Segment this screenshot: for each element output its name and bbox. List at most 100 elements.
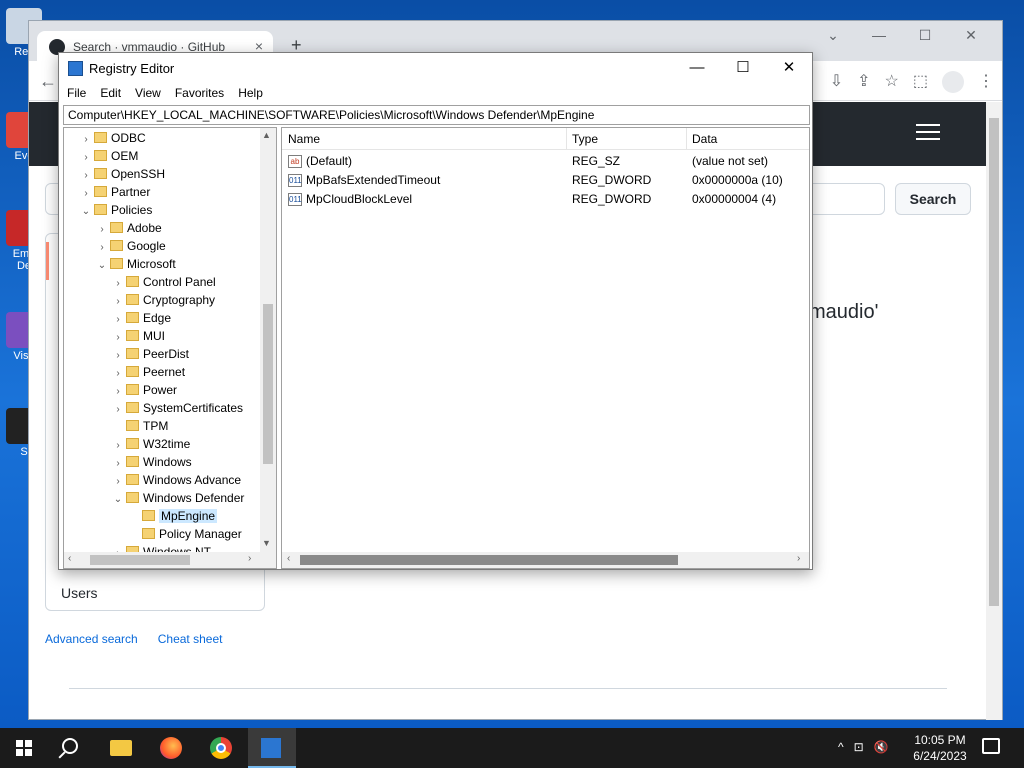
folder-icon: [94, 132, 107, 143]
browser-vertical-scrollbar[interactable]: [986, 102, 1002, 720]
tree-hscroll-thumb[interactable]: [90, 555, 190, 565]
tree-node-mpengine[interactable]: MpEngine: [128, 507, 218, 525]
kebab-menu-icon[interactable]: ⋮: [978, 71, 994, 93]
expanded-chevron-icon[interactable]: ⌄: [80, 203, 92, 221]
column-divider[interactable]: [686, 128, 687, 150]
tree-node-label: MpEngine: [159, 509, 218, 523]
github-search-button[interactable]: Search: [895, 183, 971, 215]
tab-search-button[interactable]: ⌄: [810, 27, 856, 44]
scroll-left-arrow-icon[interactable]: ‹: [68, 553, 71, 564]
taskbar-clock[interactable]: 10:05 PM 6/24/2023: [910, 732, 970, 764]
expanded-chevron-icon[interactable]: ⌄: [112, 491, 124, 509]
tray-chevron-icon[interactable]: ^: [838, 740, 844, 754]
registry-values-list[interactable]: Name Type Data ab (Default) REG_SZ (valu…: [281, 127, 810, 569]
tree-node-policy-manager[interactable]: Policy Manager: [128, 525, 242, 543]
folder-icon: [126, 492, 139, 503]
tree-node-windows-advance[interactable]: › Windows Advance: [112, 471, 241, 489]
download-icon[interactable]: ⇩: [830, 71, 843, 93]
start-button[interactable]: [0, 728, 48, 768]
scroll-down-arrow-icon[interactable]: ▼: [262, 538, 271, 548]
tree-node-windows[interactable]: › Windows: [112, 453, 191, 471]
tree-node-tpm[interactable]: TPM: [112, 417, 168, 435]
value-row[interactable]: 011 MpCloudBlockLevel REG_DWORD 0x000000…: [282, 190, 809, 209]
tree-horizontal-scrollbar[interactable]: ‹ ›: [64, 552, 276, 568]
tree-node-label: Power: [143, 383, 178, 397]
registry-editor-window[interactable]: Registry Editor — ☐ ✕ File Edit View Fav…: [58, 52, 813, 570]
share-icon[interactable]: ⇪: [857, 71, 870, 93]
folder-icon: [110, 222, 123, 233]
file-explorer-icon[interactable]: [98, 728, 146, 768]
regedit-titlebar[interactable]: Registry Editor — ☐ ✕: [59, 53, 812, 83]
menu-favorites[interactable]: Favorites: [175, 83, 224, 103]
menu-file[interactable]: File: [67, 83, 86, 103]
notification-center-icon[interactable]: [982, 738, 1000, 754]
expanded-chevron-icon[interactable]: ⌄: [96, 257, 108, 275]
filter-users[interactable]: Users: [45, 581, 265, 611]
scroll-up-arrow-icon[interactable]: ▲: [262, 130, 271, 140]
cheat-sheet-link[interactable]: Cheat sheet: [158, 632, 223, 646]
tree-node-openssh[interactable]: › OpenSSH: [80, 165, 165, 183]
tree-node-windows-defender[interactable]: ⌄ Windows Defender: [112, 489, 245, 509]
address-bar[interactable]: Computer\HKEY_LOCAL_MACHINE\SOFTWARE\Pol…: [63, 105, 810, 125]
volume-muted-icon[interactable]: 🔇: [874, 740, 889, 754]
profile-avatar-icon[interactable]: [942, 71, 964, 93]
column-name[interactable]: Name: [288, 132, 320, 146]
menu-edit[interactable]: Edit: [100, 83, 121, 103]
tree-node-label: SystemCertificates: [143, 401, 244, 415]
tree-node-cryptography[interactable]: › Cryptography: [112, 291, 215, 309]
firefox-icon[interactable]: [148, 728, 196, 768]
hamburger-menu-icon[interactable]: [916, 124, 940, 145]
column-type[interactable]: Type: [572, 132, 598, 146]
tree-node-adobe[interactable]: › Adobe: [96, 219, 161, 237]
value-row[interactable]: 011 MpBafsExtendedTimeout REG_DWORD 0x00…: [282, 171, 809, 190]
tree-node-systemcertificates[interactable]: › SystemCertificates: [112, 399, 243, 417]
advanced-search-link[interactable]: Advanced search: [45, 632, 138, 646]
values-horizontal-scrollbar[interactable]: ‹ ›: [282, 552, 809, 568]
tree-node-mui[interactable]: › MUI: [112, 327, 165, 345]
close-button[interactable]: ✕: [766, 53, 812, 83]
tree-node-policies[interactable]: ⌄ Policies: [80, 201, 153, 221]
tree-node-label: Policy Manager: [159, 527, 242, 541]
scroll-right-arrow-icon[interactable]: ›: [797, 553, 800, 564]
browser-scrollbar-thumb[interactable]: [989, 118, 999, 606]
regedit-taskbar-icon[interactable]: [248, 728, 296, 768]
tree-scrollbar-thumb[interactable]: [263, 304, 273, 464]
tree-node-w32time[interactable]: › W32time: [112, 435, 190, 453]
bookmark-star-icon[interactable]: ☆: [885, 71, 899, 93]
tree-node-peernet[interactable]: › Peernet: [112, 363, 185, 381]
value-row[interactable]: ab (Default) REG_SZ (value not set): [282, 152, 809, 171]
tree-node-control-panel[interactable]: › Control Panel: [112, 273, 215, 291]
column-data[interactable]: Data: [692, 132, 717, 146]
maximize-button[interactable]: ☐: [720, 53, 766, 83]
menu-help[interactable]: Help: [238, 83, 263, 103]
scroll-left-arrow-icon[interactable]: ‹: [287, 553, 290, 564]
menu-view[interactable]: View: [135, 83, 161, 103]
scroll-right-arrow-icon[interactable]: ›: [248, 553, 251, 564]
back-arrow-icon[interactable]: ←: [39, 71, 57, 92]
tree-vertical-scrollbar[interactable]: ▲ ▼: [260, 128, 276, 552]
tree-node-peerdist[interactable]: › PeerDist: [112, 345, 189, 363]
network-icon[interactable]: ⊡: [854, 740, 864, 754]
browser-maximize-button[interactable]: ☐: [902, 27, 948, 44]
values-hscroll-thumb[interactable]: [300, 555, 678, 565]
folder-icon: [94, 204, 107, 215]
registry-key-tree[interactable]: › ODBC › OEM › OpenSSH › Partner ⌄ Policies › Adobe…: [63, 127, 277, 569]
clock-date: 6/24/2023: [913, 749, 967, 763]
column-divider[interactable]: [566, 128, 567, 150]
tree-node-partner[interactable]: › Partner: [80, 183, 150, 201]
browser-minimize-button[interactable]: —: [856, 27, 902, 44]
tree-node-power[interactable]: › Power: [112, 381, 177, 399]
string-value-icon: ab: [288, 155, 302, 168]
minimize-button[interactable]: —: [674, 53, 720, 83]
folder-icon: [126, 384, 139, 395]
taskbar-search-icon[interactable]: [48, 728, 96, 768]
tree-node-oem[interactable]: › OEM: [80, 147, 138, 165]
tree-node-microsoft[interactable]: ⌄ Microsoft: [96, 255, 176, 273]
side-panel-icon[interactable]: ⬚: [913, 71, 928, 93]
tree-node-google[interactable]: › Google: [96, 237, 165, 255]
tree-node-label: Windows Defender: [143, 491, 245, 505]
chrome-icon[interactable]: [198, 728, 246, 768]
tree-node-edge[interactable]: › Edge: [112, 309, 171, 327]
tree-node-odbc[interactable]: › ODBC: [80, 129, 145, 147]
browser-close-button[interactable]: ✕: [948, 27, 994, 44]
